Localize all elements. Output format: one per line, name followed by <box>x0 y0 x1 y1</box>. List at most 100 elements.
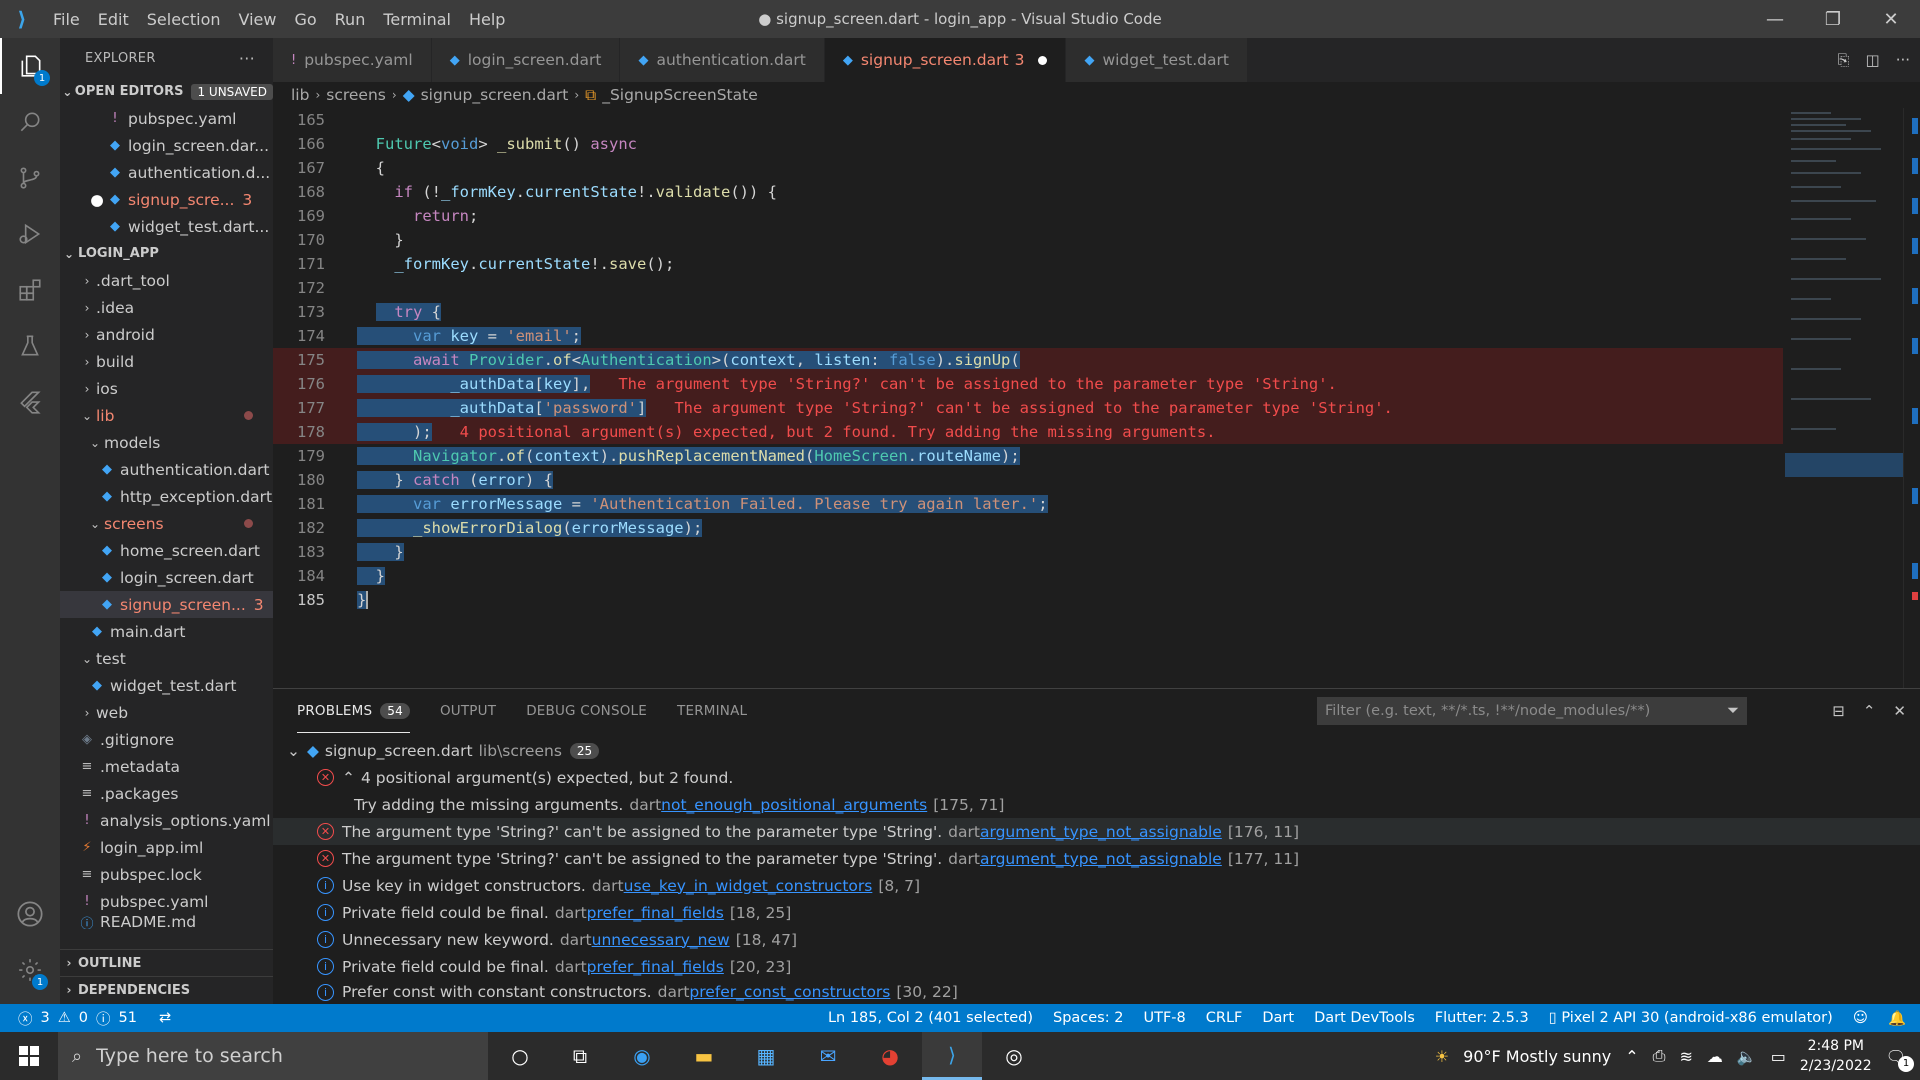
breadcrumb-item[interactable]: lib <box>291 86 309 104</box>
tab-pubspec-yaml[interactable]: ! pubspec.yaml <box>273 38 432 82</box>
tree-folder-screens[interactable]: ⌄ screens <box>60 510 273 537</box>
tree-file[interactable]: ≡ pubspec.lock <box>60 861 273 888</box>
tree-file[interactable]: ◆ authentication.dart <box>60 456 273 483</box>
tree-file[interactable]: ≡ .packages <box>60 780 273 807</box>
run-debug-icon[interactable] <box>0 206 60 262</box>
encoding[interactable]: UTF-8 <box>1143 1010 1185 1026</box>
problem-item[interactable]: ✕ The argument type 'String?' can't be a… <box>273 845 1920 872</box>
tree-file[interactable]: ⚡ login_app.iml <box>60 834 273 861</box>
tree-folder-android[interactable]: › android <box>60 321 273 348</box>
problem-file-group[interactable]: ⌄ ◆ signup_screen.dart lib\screens 25 <box>273 737 1920 764</box>
tree-file[interactable]: ! pubspec.yaml <box>60 888 273 915</box>
source-control-icon[interactable] <box>0 150 60 206</box>
language-mode[interactable]: Dart <box>1262 1010 1294 1026</box>
breadcrumb-item[interactable]: signup_screen.dart <box>421 86 569 104</box>
meet-now-icon[interactable]: ⎙ <box>1653 1046 1666 1066</box>
network-icon[interactable]: ☁ <box>1707 1047 1723 1066</box>
tab-debug-console[interactable]: DEBUG CONSOLE <box>526 689 647 733</box>
more-actions-icon[interactable]: ··· <box>239 49 255 68</box>
settings-gear-icon[interactable]: 1 <box>0 942 60 998</box>
tree-file[interactable]: ◆ main.dart <box>60 618 273 645</box>
minimap[interactable] <box>1783 108 1903 688</box>
breadcrumb-item[interactable]: _SignupScreenState <box>602 86 758 104</box>
tab-signup-screen[interactable]: ◆ signup_screen.dart 3 <box>824 38 1067 82</box>
problems-status[interactable]: ⓧ 3 ⚠ 0 ⓘ 51 ⇄ <box>0 1008 171 1029</box>
clock[interactable]: 2:48 PM 2/23/2022 <box>1800 1036 1872 1076</box>
app-taskbar-icon[interactable]: ◎ <box>984 1032 1044 1080</box>
windows-start-icon[interactable] <box>0 1032 58 1080</box>
problem-item[interactable]: ✕ The argument type 'String?' can't be a… <box>273 818 1920 845</box>
menu-help[interactable]: Help <box>460 10 514 29</box>
dependencies-header[interactable]: › DEPENDENCIES <box>60 976 273 1003</box>
problem-item[interactable]: i Prefer const with constant constructor… <box>273 980 1920 1004</box>
tree-folder-ios[interactable]: › ios <box>60 375 273 402</box>
problem-code-link[interactable]: argument_type_not_assignable <box>980 850 1222 868</box>
problem-item[interactable]: ✕ ⌃ 4 positional argument(s) expected, b… <box>273 764 1920 791</box>
code-editor[interactable]: 165 166 Future<void> _submit() async 167… <box>273 108 1783 688</box>
open-editors-header[interactable]: ⌄ OPEN EDITORS 1 UNSAVED <box>60 78 273 105</box>
tree-folder-dart-tool[interactable]: › .dart_tool <box>60 267 273 294</box>
open-changes-icon[interactable]: ⎘ <box>1837 51 1849 69</box>
tree-folder-models[interactable]: ⌄ models <box>60 429 273 456</box>
open-editor-item[interactable]: ◆ widget_test.dart... <box>60 213 273 240</box>
tab-output[interactable]: OUTPUT <box>440 689 496 733</box>
menu-go[interactable]: Go <box>285 10 325 29</box>
tree-folder-test[interactable]: ⌄ test <box>60 645 273 672</box>
open-editor-item[interactable]: ! pubspec.yaml <box>60 105 273 132</box>
restore-button[interactable]: ❐ <box>1804 0 1862 38</box>
battery-icon[interactable]: ▭ <box>1771 1047 1786 1066</box>
show-hidden-icons-icon[interactable]: ⌃ <box>1625 1047 1638 1066</box>
tree-folder-lib[interactable]: ⌄ lib <box>60 402 273 429</box>
filter-icon[interactable]: ⏷ <box>1727 703 1739 719</box>
weather-text[interactable]: 90°F Mostly sunny <box>1463 1047 1611 1066</box>
tree-file[interactable]: ◆ login_screen.dart <box>60 564 273 591</box>
breadcrumb-item[interactable]: screens <box>326 86 386 104</box>
explorer-icon[interactable]: 1 <box>0 38 60 94</box>
tree-file-selected[interactable]: ◆ signup_screen... 3 <box>60 591 273 618</box>
menu-selection[interactable]: Selection <box>138 10 230 29</box>
tree-file[interactable]: ◈ .gitignore <box>60 726 273 753</box>
flutter-version[interactable]: Flutter: 2.5.3 <box>1435 1010 1529 1026</box>
tab-authentication[interactable]: ◆ authentication.dart <box>620 38 825 82</box>
indentation[interactable]: Spaces: 2 <box>1053 1010 1123 1026</box>
tree-file[interactable]: ◆ http_exception.dart <box>60 483 273 510</box>
tab-login-screen[interactable]: ◆ login_screen.dart <box>431 38 621 82</box>
tab-problems[interactable]: PROBLEMS 54 <box>297 689 410 733</box>
wifi-icon[interactable]: ≋ <box>1679 1047 1692 1066</box>
notifications-bell-icon[interactable]: 🔔 <box>1888 1010 1906 1027</box>
problem-code-link[interactable]: prefer_final_fields <box>587 958 724 976</box>
problem-item[interactable]: i Private field could be final. dart pref… <box>273 953 1920 980</box>
close-window-button[interactable]: ✕ <box>1862 0 1920 38</box>
problems-filter-input[interactable]: Filter (e.g. text, **/*.ts, !**/node_mod… <box>1317 697 1747 725</box>
editor-scrollbar[interactable] <box>1903 108 1920 688</box>
problem-code-link[interactable]: argument_type_not_assignable <box>980 823 1222 841</box>
extensions-icon[interactable] <box>0 262 60 318</box>
split-editor-icon[interactable]: ◫ <box>1866 51 1880 69</box>
tree-file[interactable]: ◆ home_screen.dart <box>60 537 273 564</box>
minimize-button[interactable]: — <box>1746 0 1804 38</box>
problem-code-link[interactable]: not_enough_positional_arguments <box>661 796 927 814</box>
menu-terminal[interactable]: Terminal <box>374 10 460 29</box>
problem-code-link[interactable]: prefer_final_fields <box>587 904 724 922</box>
close-panel-icon[interactable]: ✕ <box>1893 702 1906 720</box>
accounts-icon[interactable] <box>0 886 60 942</box>
problem-item[interactable]: i Private field could be final. dart pref… <box>273 899 1920 926</box>
problem-code-link[interactable]: prefer_const_constructors <box>689 983 890 1001</box>
collapse-all-icon[interactable]: ⊟ <box>1832 702 1845 720</box>
live-share-icon[interactable]: ⇄ <box>159 1010 171 1026</box>
testing-icon[interactable] <box>0 318 60 374</box>
volume-icon[interactable]: 🔈 <box>1737 1047 1757 1066</box>
edge-browser-icon[interactable]: ◉ <box>612 1032 672 1080</box>
unsaved-dot-icon[interactable]: ● <box>88 191 106 209</box>
unsaved-dot-icon[interactable] <box>1038 55 1048 65</box>
chrome-icon[interactable]: ◕ <box>860 1032 920 1080</box>
flutter-icon[interactable] <box>0 374 60 430</box>
task-view-icon[interactable]: ⧉ <box>550 1032 610 1080</box>
device-selector[interactable]: ▯ Pixel 2 API 30 (android-x86 emulator) <box>1549 1010 1833 1026</box>
open-editor-item-active[interactable]: ● ◆ signup_scre... 3 <box>60 186 273 213</box>
open-editor-item[interactable]: ◆ authentication.d... <box>60 159 273 186</box>
more-actions-icon[interactable]: ··· <box>1896 51 1910 69</box>
cursor-position[interactable]: Ln 185, Col 2 (401 selected) <box>828 1010 1033 1026</box>
search-icon[interactable] <box>0 94 60 150</box>
feedback-icon[interactable]: ☺ <box>1853 1010 1868 1026</box>
